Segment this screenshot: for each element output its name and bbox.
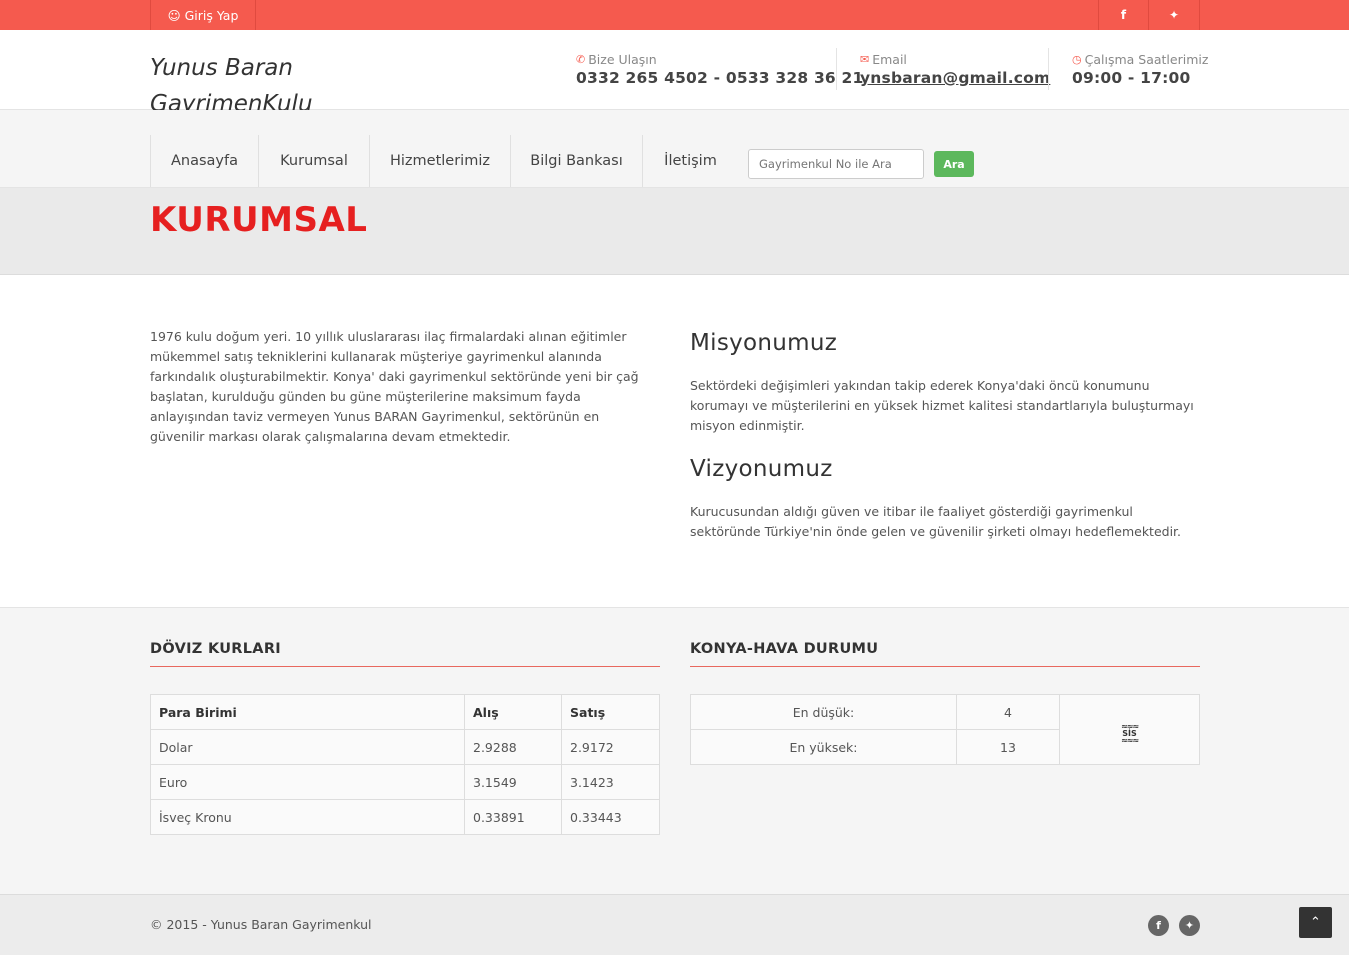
currency-table: Para Birimi Alış Satış Dolar 2.9288 2.91… — [150, 694, 660, 835]
divider — [836, 48, 837, 90]
hours-value: 09:00 - 17:00 — [1072, 69, 1191, 87]
sell-rate: 3.1423 — [561, 764, 660, 800]
weather-label: En yüksek: — [690, 729, 957, 765]
site-footer: © 2015 - Yunus Baran Gayrimenkul f ✦ — [0, 894, 1349, 955]
column-header: Para Birimi — [150, 694, 465, 730]
email-link[interactable]: ynsbaran@gmail.com — [860, 69, 1050, 87]
column-header: Alış — [464, 694, 562, 730]
facebook-icon: f — [1120, 8, 1127, 22]
main-nav: Anasayfa Kurumsal Hizmetlerimiz Bilgi Ba… — [0, 110, 1349, 188]
mission-title: Misyonumuz — [690, 330, 838, 356]
weather-table: En düşük: 4 ≈≈≈ SİS ≈≈≈ En yüksek: 13 — [690, 694, 1200, 765]
weather-icon-cell: ≈≈≈ SİS ≈≈≈ — [1059, 694, 1200, 765]
top-bar: ☺ Giriş Yap f ✦ — [0, 0, 1349, 30]
currency-name: Dolar — [150, 729, 465, 765]
facebook-icon: f — [1156, 919, 1161, 932]
vision-section: Vizyonumuz Kurucusundan aldığı güven ve … — [690, 456, 1202, 542]
weather-value: 13 — [956, 729, 1060, 765]
table-row: En düşük: 4 ≈≈≈ SİS ≈≈≈ — [690, 694, 1200, 765]
scroll-to-top-button[interactable]: ⌃ — [1299, 907, 1332, 938]
currency-title: DÖVIZ KURLARI — [150, 641, 660, 667]
currency-name: Euro — [150, 764, 465, 800]
clock-icon: ◷ — [1072, 53, 1082, 66]
footer-facebook-link[interactable]: f — [1148, 915, 1169, 936]
copyright-text: © 2015 - Yunus Baran Gayrimenkul — [150, 917, 372, 932]
login-label: Giriş Yap — [184, 7, 239, 23]
sell-rate: 2.9172 — [561, 729, 660, 765]
logo-line-1: Yunus Baran — [150, 55, 293, 81]
phone-value: 0332 265 4502 - 0533 328 36 21 — [576, 69, 864, 87]
login-link[interactable]: ☺ Giriş Yap — [150, 0, 256, 30]
envelope-icon: ✉ — [860, 53, 870, 66]
phone-label: Bize Ulaşın — [588, 52, 657, 67]
page-header: KURUMSAL — [0, 188, 1349, 275]
fog-icon: ≈≈≈ SİS ≈≈≈ — [1120, 721, 1139, 745]
nav-item-iletisim[interactable]: İletişim — [642, 135, 738, 187]
twitter-link[interactable]: ✦ — [1148, 0, 1200, 30]
sell-rate: 0.33443 — [561, 799, 660, 835]
nav-item-anasayfa[interactable]: Anasayfa — [150, 135, 258, 187]
search-button[interactable]: Ara — [934, 151, 974, 177]
contact-phone: ✆ Bize Ulaşın 0332 265 4502 - 0533 328 36… — [576, 52, 863, 87]
vision-title: Vizyonumuz — [690, 456, 833, 482]
hours-label: Çalışma Saatlerimiz — [1084, 52, 1209, 67]
mission-section: Misyonumuz Sektördeki değişimleri yakınd… — [690, 330, 1202, 436]
table-row: Dolar 2.9288 2.9172 — [150, 729, 660, 765]
nav-item-hizmetlerimiz[interactable]: Hizmetlerimiz — [369, 135, 510, 187]
weather-label: En düşük: — [690, 694, 957, 730]
nav-item-bilgi-bankasi[interactable]: Bilgi Bankası — [510, 135, 642, 187]
facebook-link[interactable]: f — [1098, 0, 1148, 30]
search-input[interactable] — [748, 149, 924, 179]
buy-rate: 3.1549 — [464, 764, 562, 800]
chevron-up-icon: ⌃ — [1310, 915, 1321, 930]
email-label: Email — [872, 52, 907, 67]
twitter-icon: ✦ — [1184, 919, 1195, 932]
phone-icon: ✆ — [576, 53, 586, 66]
table-row: İsveç Kronu 0.33891 0.33443 — [150, 799, 660, 835]
contact-hours: ◷ Çalışma Saatlerimiz 09:00 - 17:00 — [1072, 52, 1208, 87]
weather-value: 4 — [956, 694, 1060, 730]
divider — [1048, 48, 1049, 90]
mission-text: Sektördeki değişimleri yakından takip ed… — [690, 378, 1194, 433]
site-header: Yunus Baran GayrimenKulu ✆ Bize Ulaşın 03… — [0, 30, 1349, 117]
currency-name: İsveç Kronu — [150, 799, 465, 835]
weather-title: KONYA-HAVA DURUMU — [690, 641, 1200, 667]
user-icon: ☺ — [167, 7, 181, 23]
widgets-area: DÖVIZ KURLARI KONYA-HAVA DURUMU Para Bir… — [0, 607, 1349, 894]
buy-rate: 2.9288 — [464, 729, 562, 765]
twitter-icon: ✦ — [1168, 8, 1180, 22]
about-text: 1976 kulu doğum yeri. 10 yıllık uluslara… — [150, 329, 639, 444]
footer-twitter-link[interactable]: ✦ — [1179, 915, 1200, 936]
table-header-row: Para Birimi Alış Satış — [150, 694, 660, 730]
column-header: Satış — [561, 694, 660, 730]
vision-text: Kurucusundan aldığı güven ve itibar ile … — [690, 504, 1182, 539]
contact-email: ✉ Email ynsbaran@gmail.com — [860, 52, 1050, 87]
buy-rate: 0.33891 — [464, 799, 562, 835]
page-title: KURUMSAL — [150, 200, 368, 240]
table-row: Euro 3.1549 3.1423 — [150, 764, 660, 800]
nav-item-kurumsal[interactable]: Kurumsal — [258, 135, 369, 187]
